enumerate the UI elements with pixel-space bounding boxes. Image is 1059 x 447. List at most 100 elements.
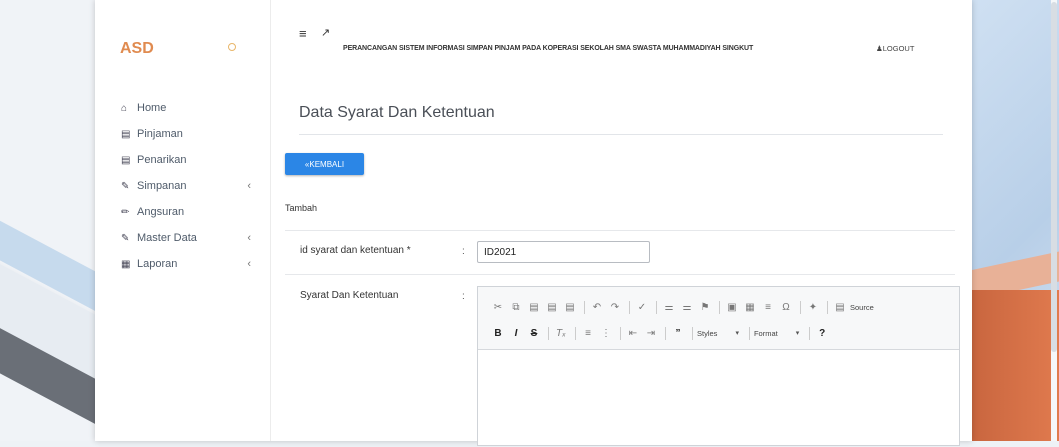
paste-icon[interactable]: ▤ <box>526 299 542 315</box>
help-icon[interactable]: ? <box>814 325 830 341</box>
table-icon: ▤ <box>121 128 131 140</box>
styles-dropdown[interactable]: Styles ▾ <box>697 329 739 338</box>
toolbar-row: ✂ ⧉ ▤ ▤ ▤ ↶ ↷ ✓ ⚌ ⚌ ⚑ ▣ ▦ ≡ Ω ✦ ▤ Source <box>490 299 878 315</box>
toolbar-separator <box>584 300 585 314</box>
editor-toolbar: ✂ ⧉ ▤ ▤ ▤ ↶ ↷ ✓ ⚌ ⚌ ⚑ ▣ ▦ ≡ Ω ✦ ▤ Source… <box>478 287 959 350</box>
background-right <box>972 0 1059 441</box>
decor-shape <box>972 290 1059 441</box>
italic-icon[interactable]: I <box>508 325 524 341</box>
app-window: ASD ⌂ Home ▤ Pinjaman ▤ Penarikan ✎ Simpanan ‹ ✏ A… <box>95 0 972 446</box>
colon: : <box>462 246 465 257</box>
sidebar-item-laporan[interactable]: ▦ Laporan ‹ <box>121 251 251 277</box>
blockquote-icon[interactable]: ” <box>670 325 686 341</box>
unlink-icon[interactable]: ⚌ <box>679 299 695 315</box>
toolbar-separator <box>748 326 750 340</box>
page-title: Data Syarat Dan Ketentuan <box>299 104 495 121</box>
sidebar-item-label: Master Data <box>137 232 197 244</box>
sidebar-item-label: Home <box>137 102 167 114</box>
toolbar-separator <box>665 326 666 340</box>
toolbar-separator <box>692 326 693 340</box>
app-title: PERANCANGAN SISTEM INFORMASI SIMPAN PINJ… <box>343 45 754 52</box>
sidebar: ASD ⌂ Home ▤ Pinjaman ▤ Penarikan ✎ Simpanan ‹ ✏ A… <box>95 0 271 441</box>
bold-icon[interactable]: B <box>490 325 506 341</box>
sidebar-item-pinjaman[interactable]: ▤ Pinjaman <box>121 121 239 147</box>
format-dropdown[interactable]: Format ▾ <box>754 329 799 338</box>
divider <box>285 274 955 275</box>
maximize-icon[interactable]: ✦ <box>805 299 821 315</box>
toolbar-separator <box>800 300 801 314</box>
user-icon: ♟ <box>876 44 883 53</box>
sidebar-item-label: Simpanan <box>137 180 187 192</box>
table-insert-icon[interactable]: ▦ <box>742 299 758 315</box>
styles-label: Styles <box>697 328 718 338</box>
sidebar-item-label: Laporan <box>137 258 178 270</box>
toolbar-separator <box>719 300 720 314</box>
source-icon[interactable]: ▤ <box>832 299 848 315</box>
special-char-icon[interactable]: Ω <box>778 299 794 315</box>
back-button[interactable]: «KEMBALI <box>285 153 364 175</box>
calendar-icon: ▦ <box>121 258 131 270</box>
section-label: Tambah <box>285 203 318 213</box>
paste-text-icon[interactable]: ▤ <box>544 299 560 315</box>
logout-label: LOGOUT <box>882 44 915 53</box>
sidebar-item-angsuran[interactable]: ✏ Angsuran <box>121 199 239 225</box>
link-icon[interactable]: ⚌ <box>661 299 677 315</box>
bulleted-list-icon[interactable]: ⋮ <box>598 325 614 341</box>
terms-field-label: Syarat Dan Ketentuan <box>300 290 399 301</box>
main-content: ≡ ↗ PERANCANGAN SISTEM INFORMASI SIMPAN … <box>271 0 972 446</box>
outdent-icon[interactable]: ⇤ <box>625 325 641 341</box>
anchor-flag-icon[interactable]: ⚑ <box>697 299 713 315</box>
id-field-label: id syarat dan ketentuan * <box>300 245 411 256</box>
fullscreen-icon[interactable]: ↗ <box>321 26 330 39</box>
hamburger-menu-icon[interactable]: ≡ <box>299 26 307 41</box>
edit-icon: ✎ <box>121 232 130 244</box>
logout-link[interactable]: ♟LOGOUT <box>876 44 914 53</box>
divider <box>285 230 955 231</box>
sidebar-item-simpanan[interactable]: ✎ Simpanan ‹ <box>121 173 251 199</box>
scrollbar-thumb[interactable] <box>1051 2 1057 352</box>
numbered-list-icon[interactable]: ≡ <box>580 325 596 341</box>
cut-icon[interactable]: ✂ <box>490 299 506 315</box>
table-icon: ▤ <box>121 154 131 166</box>
indent-icon[interactable]: ⇥ <box>643 325 659 341</box>
toolbar-separator <box>656 300 657 314</box>
chevron-down-icon: ▾ <box>735 330 739 337</box>
horizontal-line-icon[interactable]: ≡ <box>760 299 776 315</box>
toolbar-separator <box>809 326 811 340</box>
strikethrough-icon[interactable]: S <box>526 325 542 341</box>
edit-icon: ✎ <box>121 180 130 192</box>
redo-icon[interactable]: ↷ <box>607 299 623 315</box>
sidebar-item-penarikan[interactable]: ▤ Penarikan <box>121 147 239 173</box>
sidebar-toggle-icon[interactable] <box>228 43 236 51</box>
background-left <box>0 0 95 441</box>
copy-icon[interactable]: ⧉ <box>508 299 524 315</box>
paste-word-icon[interactable]: ▤ <box>562 299 578 315</box>
toolbar-separator <box>629 300 630 314</box>
remove-format-icon[interactable]: Tₓ <box>553 325 569 341</box>
format-label: Format <box>753 328 778 338</box>
image-icon[interactable]: ▣ <box>724 299 740 315</box>
sidebar-nav: ⌂ Home ▤ Pinjaman ▤ Penarikan ✎ Simpanan ‹ ✏ Angsu… <box>121 95 251 277</box>
topbar: ≡ ↗ PERANCANGAN SISTEM INFORMASI SIMPAN … <box>271 0 972 53</box>
source-button[interactable]: Source <box>850 303 874 312</box>
editor-content-area[interactable] <box>478 350 959 447</box>
sidebar-item-master-data[interactable]: ✎ Master Data ‹ <box>121 225 251 251</box>
rich-text-editor: ✂ ⧉ ▤ ▤ ▤ ↶ ↷ ✓ ⚌ ⚌ ⚑ ▣ ▦ ≡ Ω ✦ ▤ Source… <box>477 286 960 446</box>
chevron-left-icon[interactable]: ‹ <box>247 232 251 244</box>
divider <box>299 134 943 135</box>
sidebar-item-label: Penarikan <box>137 154 187 166</box>
toolbar-separator <box>548 326 549 340</box>
toolbar-separator <box>575 326 576 340</box>
sidebar-item-label: Pinjaman <box>137 128 183 140</box>
spellcheck-icon[interactable]: ✓ <box>634 299 650 315</box>
chevron-left-icon[interactable]: ‹ <box>247 258 251 270</box>
chevron-left-icon[interactable]: ‹ <box>247 180 251 192</box>
chevron-down-icon: ▾ <box>795 330 800 337</box>
sidebar-item-home[interactable]: ⌂ Home <box>121 95 239 121</box>
brand-logo[interactable]: ASD <box>120 40 154 58</box>
id-input[interactable] <box>477 241 650 263</box>
toolbar-separator <box>620 326 621 340</box>
home-icon: ⌂ <box>121 102 128 114</box>
undo-icon[interactable]: ↶ <box>589 299 605 315</box>
toolbar-separator <box>827 300 828 314</box>
